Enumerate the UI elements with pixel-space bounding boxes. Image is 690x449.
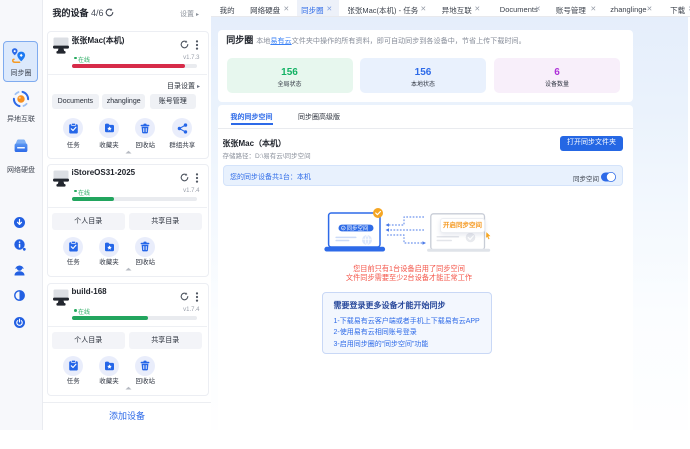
svg-text:同步空间: 同步空间	[347, 224, 369, 232]
